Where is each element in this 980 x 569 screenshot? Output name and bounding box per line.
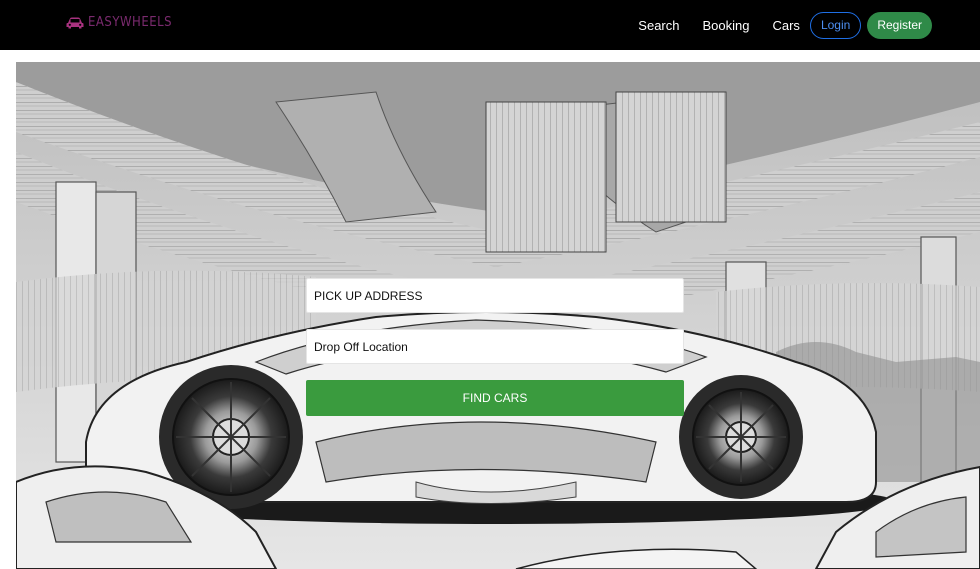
brand-name: EASYWHEELS (88, 15, 173, 30)
brand-logo[interactable]: EASYWHEELS (66, 15, 172, 30)
nav-search-link[interactable]: Search (638, 13, 679, 39)
dropoff-location-input[interactable]: Drop Off Location (306, 329, 684, 364)
hero-background-image (16, 62, 980, 569)
register-button[interactable]: Register (867, 12, 932, 39)
car-icon (66, 17, 84, 28)
pickup-address-input[interactable]: PICK UP ADDRESS (306, 278, 684, 313)
top-navbar: EASYWHEELS Search Booking Cars Login Reg… (0, 0, 980, 50)
login-button[interactable]: Login (809, 12, 862, 39)
find-cars-button[interactable]: FIND CARS (306, 380, 684, 416)
nav-links: Search Booking Cars Login Register (638, 12, 932, 39)
nav-cars-link[interactable]: Cars (772, 13, 799, 39)
nav-booking-link[interactable]: Booking (703, 13, 750, 39)
car-showroom-illustration (16, 62, 980, 569)
